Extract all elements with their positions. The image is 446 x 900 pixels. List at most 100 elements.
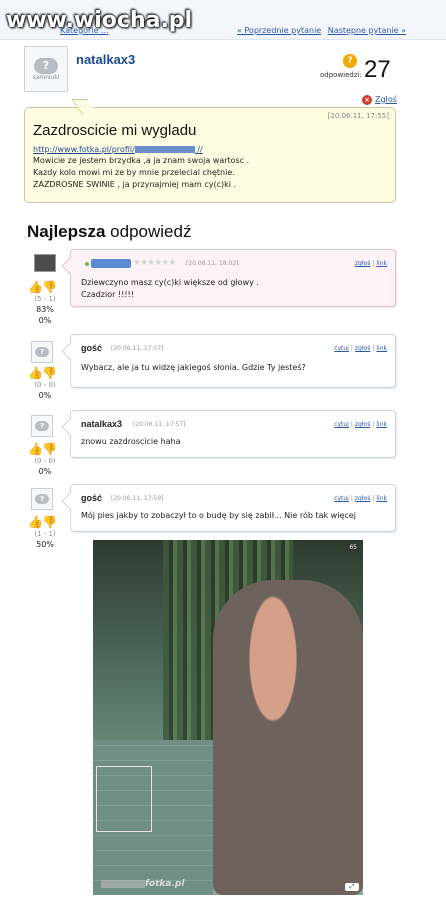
avatar-placeholder-icon: ? xyxy=(35,494,49,504)
best-heading-rest: odpowiedź xyxy=(105,222,192,241)
answer-text: znowu zazdroscicie haha xyxy=(81,437,181,446)
profile-link-suffix: // xyxy=(194,145,203,154)
permalink[interactable]: link xyxy=(376,421,387,428)
answer-author: gość xyxy=(81,493,103,503)
top-bar: www.wiocha.pl Kategorie ... « Poprzednie… xyxy=(0,0,446,40)
avatar-placeholder-icon: ? xyxy=(35,347,49,357)
answer-actions: cytuj | zgłoś | link xyxy=(334,495,387,502)
answer-actions: cytuj | zgłoś | link xyxy=(334,421,387,428)
avatar[interactable] xyxy=(34,254,56,272)
thumb-up-icon[interactable]: 👍 xyxy=(28,366,43,380)
thumb-down-icon[interactable]: 👎 xyxy=(42,366,57,380)
best-answer: ★★★★★★ [20.06.11, 18:02] zgłoś | link Dzie… xyxy=(61,249,396,307)
zoom-icon[interactable]: ⤢ xyxy=(345,883,359,891)
report-link[interactable]: Zgłoś xyxy=(375,95,397,104)
question-line: ZAZDROSNE SWINIE , ja przynajmiej mam cy… xyxy=(33,180,237,189)
thumb-up-icon[interactable]: 👍 xyxy=(28,515,43,529)
report-link[interactable]: zgłoś xyxy=(355,260,370,267)
thumb-down-icon[interactable]: 👎 xyxy=(42,280,57,294)
answer-text: Mój pies jakby to zobaczył to o budę by … xyxy=(81,511,356,520)
answer-text: Czadzior !!!!! xyxy=(81,290,134,299)
avatar-placeholder-icon: ? xyxy=(34,57,58,74)
avatar[interactable]: ? xyxy=(31,341,53,363)
vote-buttons: 👍 👎 xyxy=(28,280,58,294)
avatar-placeholder-icon: ? xyxy=(35,421,49,431)
report-link[interactable]: zgłoś xyxy=(355,421,370,428)
answer: gość [20.06.11, 17:57] cytuj | zgłoś | link … xyxy=(61,334,396,388)
answer: gość [20.06.11, 17:59] cytuj | zgłoś | link … xyxy=(61,484,396,532)
photo-watermark-text: fotka.pl xyxy=(145,879,185,889)
next-question-link[interactable]: Następne pytanie » xyxy=(328,26,406,35)
question-title: Zazdroscicie mi wygladu xyxy=(33,122,197,139)
online-status-icon xyxy=(85,262,89,266)
attached-photo[interactable]: 65 ⤢ fotka.pl xyxy=(93,540,363,895)
prev-question-link[interactable]: « Poprzednie pytanie xyxy=(237,26,321,35)
quote-link[interactable]: cytuj xyxy=(334,495,349,502)
answer-date: [20.06.11, 17:57] xyxy=(111,345,164,352)
vote-count: (0 - 0) xyxy=(34,457,56,465)
answer-author: gość xyxy=(81,343,103,353)
thumb-up-icon[interactable]: 👍 xyxy=(28,280,43,294)
avatar[interactable]: ? samniuki xyxy=(24,46,68,92)
vote-buttons: 👍 👎 xyxy=(28,442,58,456)
answer: natalkax3 [20.06.11, 17:57] cytuj | zgłoś |… xyxy=(61,410,396,458)
answer-actions: cytuj | zgłoś | link xyxy=(334,345,387,352)
answer-date: [20.06.11, 18:02] xyxy=(186,260,239,267)
profile-link[interactable]: http://www.fotka.pl/profil/ // xyxy=(33,145,203,154)
profile-link-prefix[interactable]: http://www.fotka.pl/profil/ xyxy=(33,145,135,154)
question-line: Mowicie ze jestem brzydka ,a ja znam swo… xyxy=(33,156,250,165)
vote-count: (1 - 1) xyxy=(34,530,56,538)
vote-count: (0 - 0) xyxy=(34,381,56,389)
thumb-down-icon[interactable]: 👎 xyxy=(42,515,57,529)
vote-percent: 83% xyxy=(36,305,54,314)
permalink[interactable]: link xyxy=(376,495,387,502)
answer-tail xyxy=(61,257,79,275)
answer-tail xyxy=(61,342,79,360)
report-link[interactable]: zgłoś xyxy=(355,495,370,502)
avatar[interactable]: ? xyxy=(31,488,53,510)
avatar-label: samniuki xyxy=(32,73,60,81)
photo-highlight-box xyxy=(96,766,152,832)
question-author[interactable]: natalkax3 xyxy=(76,52,135,67)
redacted-author xyxy=(91,259,131,268)
thumb-up-icon[interactable]: 👍 xyxy=(28,442,43,456)
answers-count: 27 xyxy=(364,56,391,83)
photo-watermark: fotka.pl xyxy=(101,879,184,889)
vote-percent-secondary: 0% xyxy=(38,316,52,325)
redacted-name xyxy=(101,879,145,888)
answer-text: Wybacz, ale ja tu widzę jakiegoś słonia.… xyxy=(81,363,306,372)
category-link[interactable]: Kategorie ... xyxy=(60,26,109,35)
answer-actions: zgłoś | link xyxy=(354,260,387,267)
quote-link[interactable]: cytuj xyxy=(334,345,349,352)
question-tail xyxy=(71,99,99,115)
report-link[interactable]: zgłoś xyxy=(355,345,370,352)
vote-count: (5 - 1) xyxy=(34,295,56,303)
vote-buttons: 👍 👎 xyxy=(28,366,58,380)
question-date: [20.06.11, 17:55] xyxy=(327,112,389,120)
quote-link[interactable]: cytuj xyxy=(334,421,349,428)
permalink[interactable]: link xyxy=(376,260,387,267)
report-icon[interactable]: × xyxy=(362,95,372,105)
best-answer-heading: Najlepsza odpowiedź xyxy=(27,222,191,242)
photo-counter: 65 xyxy=(347,544,359,551)
question-box: [20.06.11, 17:55] Zazdroscicie mi wyglad… xyxy=(24,99,396,203)
answer-tail xyxy=(61,492,79,510)
vote-percent: 0% xyxy=(38,467,52,476)
question-line: Kazdy kolo mowi mi ze by mnie przelecial… xyxy=(33,168,235,177)
answer-author: natalkax3 xyxy=(81,419,123,429)
question-nav: « Poprzednie pytanie Następne pytanie » xyxy=(233,26,406,35)
best-heading-bold: Najlepsza xyxy=(27,222,106,241)
thumb-down-icon[interactable]: 👎 xyxy=(42,442,57,456)
vote-percent: 0% xyxy=(38,391,52,400)
redacted-name xyxy=(134,146,195,153)
answer-date: [20.06.11, 17:57] xyxy=(133,421,186,428)
answer-date: [20.06.11, 17:59] xyxy=(111,495,164,502)
rating-stars-icon: ★★★★★★ xyxy=(133,258,176,268)
photo-person xyxy=(213,580,363,895)
permalink[interactable]: link xyxy=(376,345,387,352)
vote-buttons: 👍 👎 xyxy=(28,515,58,529)
answers-label: odpowiedzi: xyxy=(320,71,362,79)
answer-text: Dziewczyno masz cy(c)ki większe od głowy… xyxy=(81,278,259,287)
question-icon: ? xyxy=(343,54,357,68)
avatar[interactable]: ? xyxy=(31,415,53,437)
